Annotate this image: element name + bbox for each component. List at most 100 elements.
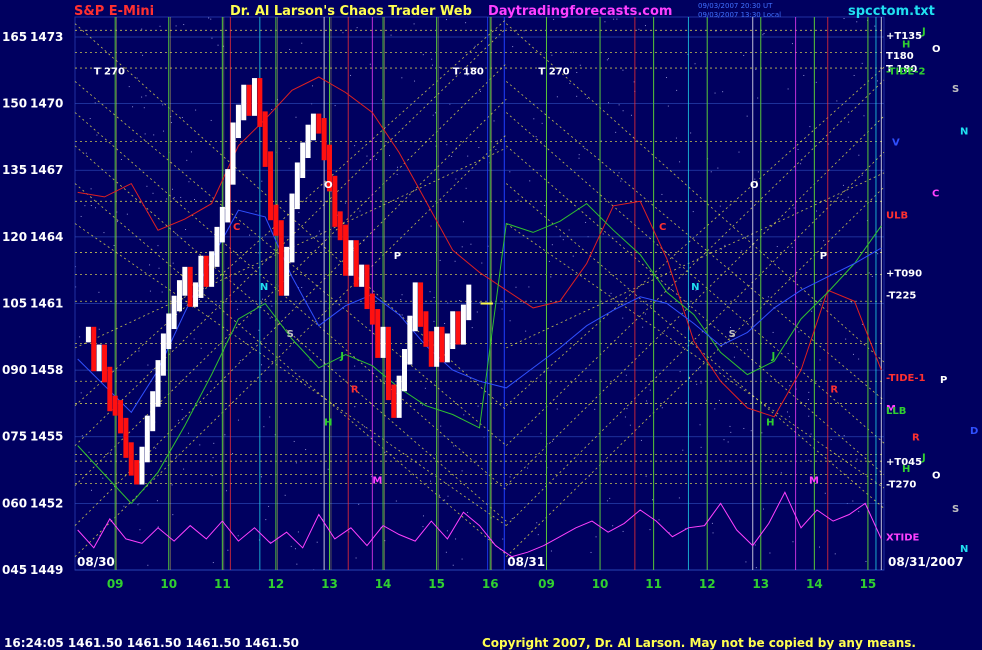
price-bar — [359, 264, 365, 287]
site-link[interactable]: Daytradingforecasts.com — [488, 4, 672, 19]
star-dot — [369, 63, 371, 65]
star-dot — [400, 299, 402, 301]
star-dot — [509, 171, 511, 173]
star-dot — [366, 155, 368, 157]
planet-label: N — [691, 282, 699, 293]
star-dot — [137, 504, 139, 506]
star-dot — [153, 134, 155, 136]
star-dot — [512, 46, 514, 48]
star-dot — [380, 99, 382, 101]
star-dot — [175, 25, 177, 27]
star-dot — [733, 356, 735, 358]
price-bar — [375, 309, 381, 358]
star-dot — [615, 131, 617, 133]
price-bar — [268, 151, 274, 221]
price-bar — [150, 391, 156, 432]
star-dot — [608, 58, 610, 60]
star-dot — [661, 193, 663, 195]
star-dot — [595, 536, 597, 538]
time-cycle-label: T 270 — [94, 67, 125, 78]
level-label: D — [970, 426, 978, 437]
star-dot — [79, 336, 81, 338]
level-label: V — [892, 137, 900, 148]
star-dot — [258, 329, 260, 331]
y-left-tick: 045 — [2, 563, 27, 577]
star-dot — [556, 96, 558, 98]
star-dot — [422, 515, 424, 517]
star-dot — [578, 157, 580, 159]
star-dot — [265, 519, 267, 521]
star-dot — [433, 297, 435, 299]
star-dot — [471, 327, 473, 329]
star-dot — [842, 199, 844, 201]
star-dot — [375, 158, 377, 160]
star-dot — [128, 86, 130, 88]
star-dot — [642, 326, 644, 328]
star-dot — [89, 118, 91, 120]
star-dot — [465, 187, 467, 189]
star-dot — [358, 503, 360, 505]
star-dot — [138, 350, 140, 352]
y-price-tick: 1470 — [30, 97, 63, 111]
price-bar — [444, 333, 450, 363]
x-hour-tick: 11 — [645, 577, 662, 591]
star-dot — [421, 404, 423, 406]
star-dot — [359, 210, 361, 212]
star-dot — [446, 530, 448, 532]
level-label: -T225 — [886, 291, 916, 302]
price-bar — [439, 326, 445, 363]
star-dot — [301, 287, 303, 289]
star-dot — [429, 291, 431, 293]
planet-label: O — [324, 180, 333, 191]
star-dot — [157, 245, 159, 247]
planet-label: O — [750, 180, 759, 191]
star-dot — [808, 415, 810, 417]
star-dot — [729, 425, 731, 427]
star-dot — [279, 344, 281, 346]
price-bar — [300, 142, 306, 179]
y-price-tick: 1467 — [30, 163, 63, 177]
star-dot — [843, 435, 845, 437]
star-dot — [163, 130, 165, 132]
star-dot — [462, 221, 464, 223]
star-dot — [199, 444, 201, 446]
price-bar — [225, 169, 231, 223]
star-dot — [682, 449, 684, 451]
star-dot — [606, 59, 608, 61]
star-dot — [746, 115, 748, 117]
star-dot — [548, 260, 550, 262]
price-bar — [460, 304, 466, 345]
star-dot — [877, 253, 879, 255]
star-dot — [255, 210, 257, 212]
price-bar — [434, 326, 440, 367]
star-dot — [288, 147, 290, 149]
star-dot — [640, 439, 642, 441]
planet-label: S — [287, 329, 294, 340]
star-dot — [511, 518, 513, 520]
star-dot — [772, 331, 774, 333]
price-bar — [369, 293, 375, 325]
star-dot — [176, 455, 178, 457]
star-dot — [467, 155, 469, 157]
star-dot — [445, 551, 447, 553]
star-dot — [638, 28, 640, 30]
star-dot — [295, 116, 297, 118]
copyright-notice: Copyright 2007, Dr. Al Larson. May not b… — [482, 636, 916, 650]
y-price-tick: 1449 — [30, 563, 63, 577]
star-dot — [461, 470, 463, 472]
y-price-tick: 1473 — [30, 30, 63, 44]
star-dot — [190, 151, 192, 153]
star-dot — [710, 171, 712, 173]
star-dot — [624, 416, 626, 418]
star-dot — [113, 244, 115, 246]
star-dot — [761, 432, 763, 434]
time-cycle-label: T 180 — [453, 67, 484, 78]
star-dot — [569, 82, 571, 84]
star-dot — [871, 275, 873, 277]
star-dot — [527, 467, 529, 469]
level-label: LLB — [886, 406, 906, 417]
star-dot — [430, 225, 432, 227]
star-dot — [364, 426, 366, 428]
star-dot — [791, 246, 793, 248]
star-dot — [290, 545, 292, 547]
